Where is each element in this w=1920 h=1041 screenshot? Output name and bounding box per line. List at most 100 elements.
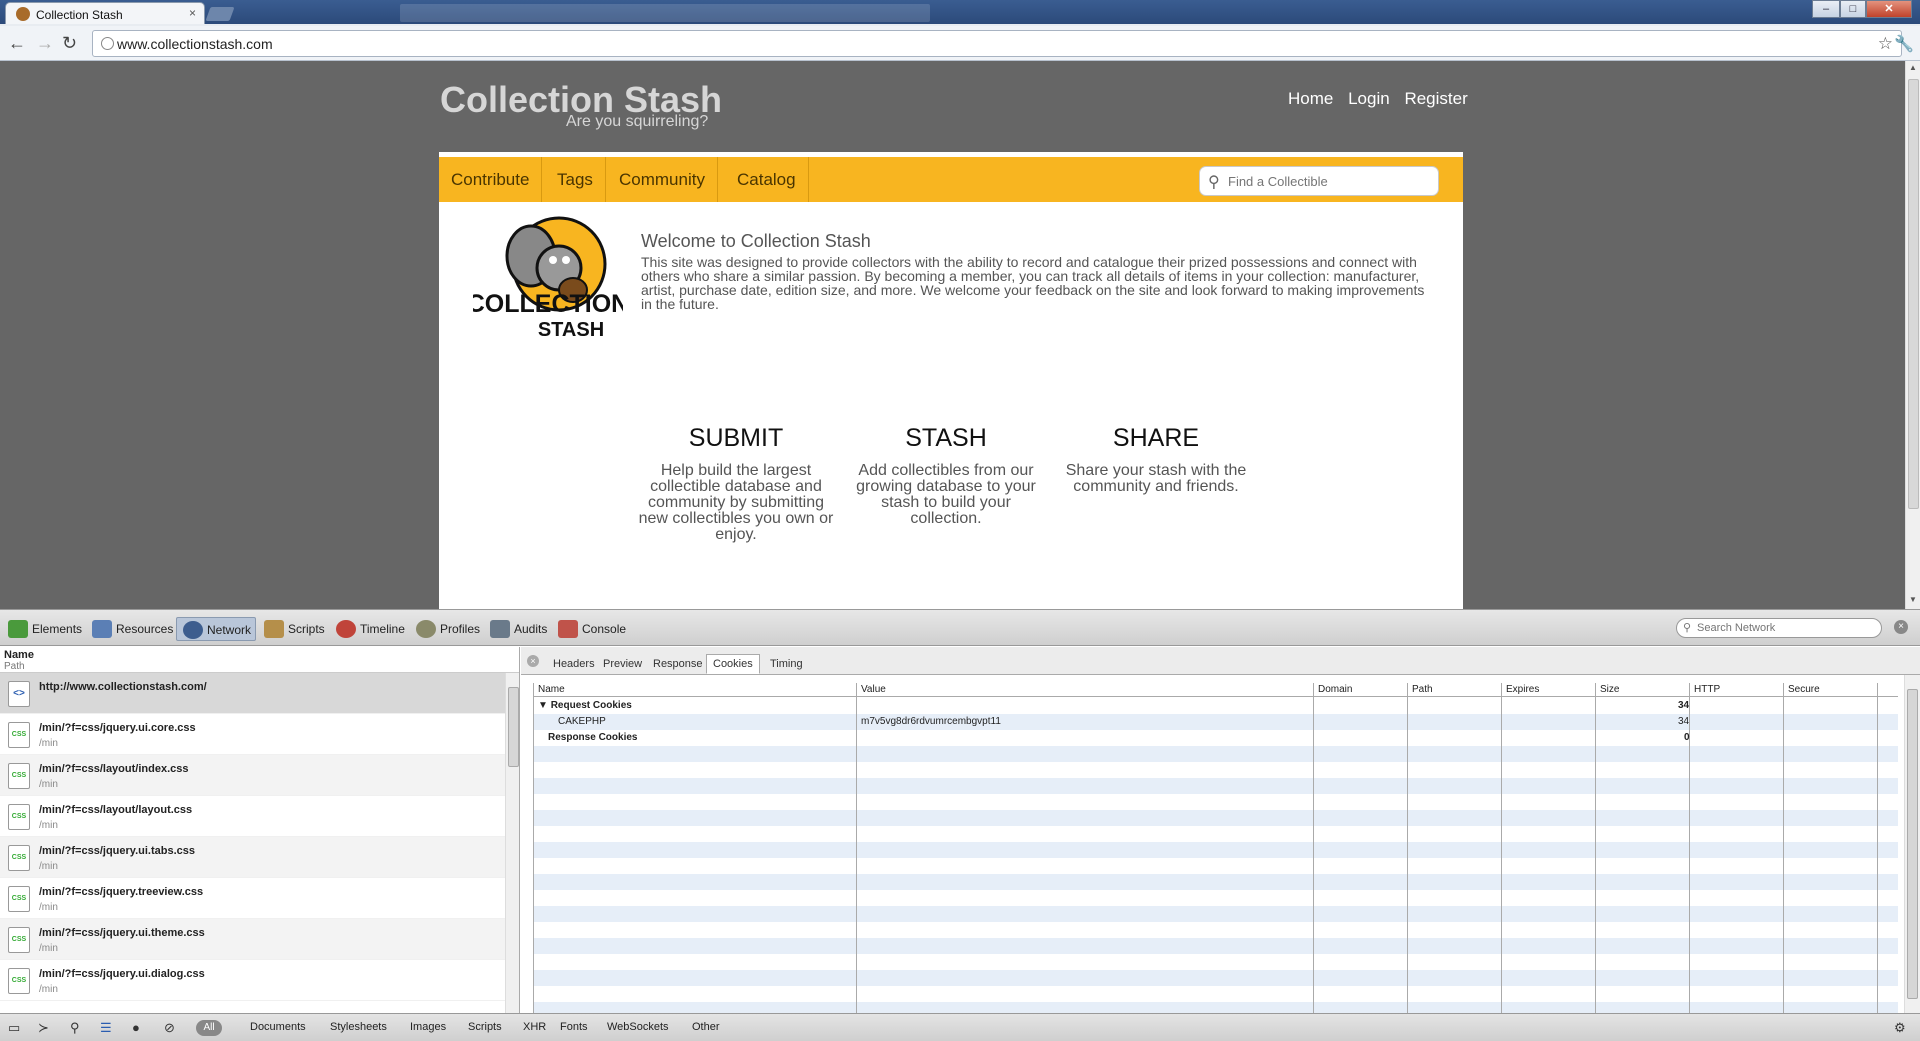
tab-cookies[interactable]: Cookies [706, 654, 760, 674]
panel-audits-label: Audits [514, 622, 548, 636]
resource-path: /min [39, 779, 58, 790]
tab-preview[interactable]: Preview [597, 655, 648, 675]
resource-row[interactable]: CSS /min/?f=css/layout/layout.css /min [0, 796, 505, 837]
header-value[interactable]: Value [861, 684, 886, 695]
column-header-path[interactable]: Path [4, 661, 25, 672]
resource-path: /min [39, 984, 58, 995]
resource-row[interactable]: CSS /min/?f=css/jquery.ui.dialog.css /mi… [0, 960, 505, 1001]
search-icon[interactable]: ⚲ [70, 1020, 80, 1036]
page-scrollbar[interactable]: ▲ ▼ [1905, 61, 1920, 609]
filter-xhr[interactable]: XHR [523, 1021, 546, 1033]
panel-scripts[interactable]: Scripts [258, 617, 329, 641]
filter-stylesheets[interactable]: Stylesheets [330, 1021, 387, 1033]
scroll-down-arrow-icon[interactable]: ▼ [1909, 595, 1917, 604]
header-size[interactable]: Size [1600, 684, 1619, 695]
header-name[interactable]: Name [538, 684, 565, 695]
request-cookies-size: 34 [1678, 700, 1690, 711]
resource-list-scrollbar[interactable] [505, 673, 519, 1013]
new-tab-button[interactable] [205, 7, 235, 21]
panel-elements[interactable]: Elements [2, 617, 86, 641]
nav-link-register[interactable]: Register [1404, 89, 1467, 108]
forward-arrow-icon[interactable]: → [36, 34, 54, 52]
tab-close-icon[interactable]: × [189, 6, 196, 20]
panel-console[interactable]: Console [552, 617, 630, 641]
tab-headers[interactable]: Headers [547, 655, 601, 675]
logo-text-stash: STASH [538, 319, 604, 341]
header-path[interactable]: Path [1412, 684, 1433, 695]
cookie-name[interactable]: CAKEPHP [558, 716, 606, 727]
panel-profiles[interactable]: Profiles [410, 617, 484, 641]
wrench-menu-icon[interactable]: 🔧 [1894, 34, 1914, 54]
network-search[interactable]: ⚲ [1676, 618, 1882, 638]
dock-icon[interactable]: ▭ [8, 1020, 20, 1036]
collectible-search[interactable]: ⚲ [1199, 166, 1439, 196]
resource-row[interactable]: CSS /min/?f=css/layout/index.css /min [0, 755, 505, 796]
header-expires[interactable]: Expires [1506, 684, 1539, 695]
filter-images[interactable]: Images [410, 1021, 446, 1033]
panel-audits[interactable]: Audits [484, 617, 551, 641]
cookie-value[interactable]: m7v5vg8dr6rdvumrcembgvpt11 [861, 716, 1001, 727]
filter-documents[interactable]: Documents [250, 1021, 306, 1033]
clear-icon[interactable]: ⊘ [164, 1020, 175, 1036]
resource-list-scrollbar-thumb[interactable] [508, 687, 519, 767]
back-arrow-icon[interactable]: ← [8, 34, 26, 52]
resource-list-header[interactable]: Name Path [0, 647, 519, 673]
column-header-name[interactable]: Name [4, 649, 34, 661]
filter-websockets[interactable]: WebSockets [607, 1021, 669, 1033]
large-rows-icon[interactable]: ☰ [100, 1020, 112, 1036]
feature-stash-heading: STASH [905, 424, 987, 452]
resource-row[interactable]: CSS /min/?f=css/jquery.treeview.css /min [0, 878, 505, 919]
nav-link-home[interactable]: Home [1288, 89, 1333, 108]
filter-other[interactable]: Other [692, 1021, 720, 1033]
window-maximize-button[interactable]: □ [1840, 0, 1866, 18]
reload-icon[interactable]: ↻ [62, 34, 77, 52]
resource-row[interactable]: CSS /min/?f=css/jquery.ui.core.css /min [0, 714, 505, 755]
logo-text-collection: COLLECTION [473, 290, 623, 318]
address-bar[interactable]: www.collectionstash.com ☆ [92, 30, 1902, 57]
bookmark-star-icon[interactable]: ☆ [1878, 34, 1893, 54]
header-secure[interactable]: Secure [1788, 684, 1820, 695]
window-close-button[interactable]: ✕ [1866, 0, 1912, 18]
filter-scripts[interactable]: Scripts [468, 1021, 502, 1033]
resource-row[interactable]: CSS /min/?f=css/jquery.ui.theme.css /min [0, 919, 505, 960]
top-navigation: Home Login Register [1278, 89, 1468, 109]
resource-row[interactable]: <> http://www.collectionstash.com/ [0, 673, 505, 714]
cookies-table-scrollbar-thumb[interactable] [1907, 689, 1918, 999]
css-file-icon: CSS [8, 804, 30, 830]
response-cookies-label[interactable]: Response Cookies [548, 732, 637, 743]
tab-timing[interactable]: Timing [764, 655, 809, 675]
request-cookies-group[interactable]: ▼ Request Cookies [538, 700, 632, 711]
panel-elements-label: Elements [32, 622, 83, 636]
nav-tab-contribute[interactable]: Contribute [439, 157, 543, 202]
nav-tab-catalog[interactable]: Catalog [725, 157, 809, 202]
nav-tab-community[interactable]: Community [607, 157, 718, 202]
scroll-up-arrow-icon[interactable]: ▲ [1909, 63, 1917, 72]
window-minimize-button[interactable]: – [1812, 0, 1840, 18]
collectible-search-input[interactable] [1228, 172, 1428, 190]
tab-response[interactable]: Response [647, 655, 709, 675]
header-http[interactable]: HTTP [1694, 684, 1720, 695]
resource-row[interactable]: CSS /min/?f=css/jquery.ui.tabs.css /min [0, 837, 505, 878]
panel-resources[interactable]: Resources [86, 617, 177, 641]
filter-all[interactable]: All [196, 1020, 222, 1036]
collection-stash-logo[interactable]: COLLECTION STASH [473, 212, 623, 342]
resource-path: /min [39, 861, 58, 872]
url-text[interactable]: www.collectionstash.com [117, 36, 273, 52]
devtools-status-bar: ▭ ≻ ⚲ ☰ ● ⊘ All Documents Stylesheets Im… [0, 1013, 1920, 1041]
browser-tab[interactable]: Collection Stash × [5, 2, 205, 24]
nav-tab-tags[interactable]: Tags [545, 157, 606, 202]
devtools-close-icon[interactable]: × [1894, 620, 1908, 634]
network-search-input[interactable] [1697, 621, 1875, 635]
settings-gear-icon[interactable]: ⚙ [1894, 1020, 1906, 1036]
console-toggle-icon[interactable]: ≻ [38, 1020, 49, 1036]
panel-network[interactable]: Network [176, 617, 257, 641]
page-viewport: Collection Stash Are you squirreling? Ho… [0, 61, 1920, 609]
record-icon[interactable]: ● [132, 1020, 140, 1035]
nav-link-login[interactable]: Login [1348, 89, 1390, 108]
detail-close-icon[interactable]: × [527, 655, 539, 667]
filter-fonts[interactable]: Fonts [560, 1021, 588, 1033]
header-domain[interactable]: Domain [1318, 684, 1352, 695]
page-scrollbar-thumb[interactable] [1908, 79, 1919, 509]
cookies-table-scrollbar[interactable] [1904, 675, 1920, 1013]
panel-timeline[interactable]: Timeline [330, 617, 409, 641]
